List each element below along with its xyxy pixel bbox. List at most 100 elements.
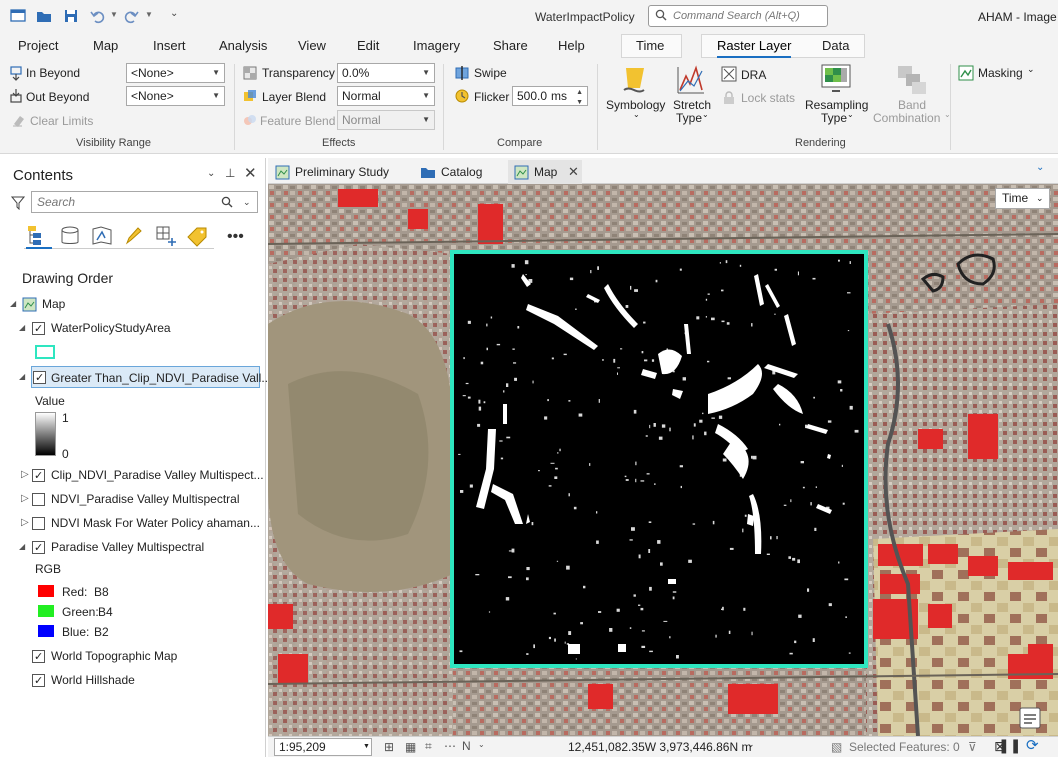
layer-visibility-checkbox[interactable] <box>32 646 45 668</box>
close-icon[interactable]: ✕ <box>568 160 579 184</box>
expand-icon[interactable]: ▷ <box>21 512 29 534</box>
toc-layer-world-topographic-map[interactable]: World Topographic Map <box>0 645 266 668</box>
spinner-down-icon[interactable]: ▼ <box>576 94 583 112</box>
signed-in-user[interactable]: AHAM - Image <box>978 10 1057 24</box>
in-beyond-select[interactable]: <None> ▼ <box>126 63 225 83</box>
flicker-icon[interactable] <box>454 88 470 104</box>
lock-stats-toggle[interactable]: Lock stats <box>741 91 795 105</box>
data-source-icon[interactable] <box>59 225 81 247</box>
collapse-icon[interactable]: ◢ <box>10 293 16 315</box>
toc-layer-world-hillshade[interactable]: World Hillshade <box>0 669 266 692</box>
chevron-down-icon[interactable]: ⌄ <box>1036 162 1044 173</box>
tab-data[interactable]: Data <box>822 38 849 53</box>
expand-icon[interactable]: ▷ <box>21 488 29 510</box>
tab-preliminary-study[interactable]: Preliminary Study <box>273 160 403 184</box>
layer-blend-select[interactable]: Normal ▼ <box>337 86 435 106</box>
tab-help[interactable]: Help <box>558 38 585 53</box>
tab-insert[interactable]: Insert <box>153 38 186 53</box>
masking-button[interactable]: Masking <box>978 66 1023 80</box>
symbology-button[interactable]: Symbology ⌄ <box>604 62 668 132</box>
close-icon[interactable]: ✕ <box>244 164 257 182</box>
more-options-icon[interactable]: ••• <box>227 228 244 246</box>
tab-edit[interactable]: Edit <box>357 38 379 53</box>
undo-dropdown-icon[interactable]: ▼ <box>110 10 118 19</box>
save-icon[interactable] <box>62 7 80 25</box>
resampling-type-button[interactable]: Resampling Type ⌄ <box>803 62 871 132</box>
tab-catalog[interactable]: Catalog <box>418 160 498 184</box>
dra-toggle[interactable]: DRA <box>741 68 766 82</box>
snap-icon[interactable]: ⌗ <box>425 739 432 754</box>
feature-blend-select[interactable]: Normal ▼ <box>337 110 435 130</box>
chevron-down-icon[interactable]: ⌄ <box>478 740 485 749</box>
toc-layer-ndvi-mask[interactable]: ▷ NDVI Mask For Water Policy ahaman... <box>0 512 266 534</box>
tab-imagery[interactable]: Imagery <box>413 38 460 53</box>
select-features-icon[interactable]: ▧ <box>831 740 842 754</box>
out-beyond-select[interactable]: <None> ▼ <box>126 86 225 106</box>
tab-raster-layer[interactable]: Raster Layer <box>717 38 792 58</box>
tab-analysis[interactable]: Analysis <box>219 38 267 53</box>
layer-visibility-checkbox[interactable] <box>32 318 45 340</box>
grid-icon[interactable]: ⊞ <box>384 740 394 754</box>
swipe-button[interactable]: Swipe <box>474 66 507 80</box>
swipe-icon[interactable] <box>454 65 470 81</box>
map-view[interactable]: Time ⌄ <box>268 184 1058 736</box>
collapse-icon[interactable]: ◢ <box>19 536 25 558</box>
table-icon[interactable]: ▦ <box>405 740 416 754</box>
time-slider-button[interactable]: Time ⌄ <box>995 188 1050 209</box>
collapse-icon[interactable]: ◢ <box>19 372 25 381</box>
labeling-icon[interactable] <box>187 225 209 247</box>
editing-pencil-icon[interactable] <box>123 225 145 247</box>
tab-project[interactable]: Project <box>18 38 58 53</box>
layer-visibility-checkbox[interactable] <box>32 537 45 559</box>
contents-search-input[interactable]: Search ⌄ <box>31 191 258 213</box>
notes-icon[interactable] <box>1019 707 1041 729</box>
pause-drawing-icon[interactable]: ❚❚ <box>998 737 1021 754</box>
toc-layer-greater-than-clip-ndvi[interactable]: Greater Than_Clip_NDVI_Paradise Vall... <box>31 366 271 389</box>
tab-map-view[interactable]: Map ✕ <box>508 160 582 184</box>
new-project-icon[interactable] <box>9 7 27 25</box>
tab-share[interactable]: Share <box>493 38 528 53</box>
customize-toolbar-icon[interactable]: ⌄ <box>170 8 178 19</box>
toc-layer-water-policy-study-area[interactable]: ◢ WaterPolicyStudyArea <box>0 317 266 340</box>
layer-visibility-checkbox[interactable] <box>33 367 46 389</box>
redo-dropdown-icon[interactable]: ▼ <box>145 10 153 19</box>
layer-visibility-checkbox[interactable] <box>32 517 45 530</box>
command-search-input[interactable]: Command Search (Alt+Q) <box>648 5 828 27</box>
filter-icon[interactable] <box>11 196 25 210</box>
tab-time[interactable]: Time <box>636 38 664 53</box>
toc-map-node[interactable]: ◢ Map <box>0 293 266 315</box>
drawing-order-icon[interactable] <box>27 224 49 246</box>
expand-icon[interactable]: ▷ <box>21 464 29 486</box>
study-area-symbol[interactable] <box>35 345 55 359</box>
filter-selection-icon[interactable]: ⊽ <box>968 740 977 754</box>
constraint-icon[interactable]: ⋯ <box>444 739 456 753</box>
snapping-icon[interactable] <box>155 225 177 247</box>
layer-visibility-checkbox[interactable] <box>32 493 45 506</box>
dra-icon[interactable] <box>721 66 737 82</box>
pane-options-icon[interactable]: ⌄ <box>207 168 215 179</box>
chevron-down-icon[interactable]: ⌄ <box>1027 64 1035 75</box>
toc-layer-paradise-valley-multispectral[interactable]: ◢ Paradise Valley Multispectral <box>0 536 266 559</box>
selection-view-icon[interactable] <box>91 225 113 247</box>
map-scale-select[interactable]: 1:95,209 ▼ <box>274 738 372 756</box>
collapse-icon[interactable]: ◢ <box>19 317 25 339</box>
chevron-down-icon[interactable]: ⌄ <box>243 192 251 212</box>
refresh-icon[interactable]: ⟳ <box>1026 736 1039 754</box>
flicker-rate-input[interactable]: 500.0 ms ▲ ▼ <box>512 86 588 106</box>
toc-layer-ndvi[interactable]: ▷ NDVI_Paradise Valley Multispectral <box>0 488 266 510</box>
map-canvas[interactable] <box>268 184 1058 736</box>
band-combination-button[interactable]: Band Combination ⌄ <box>872 62 954 132</box>
toc-layer-clip-ndvi[interactable]: ▷ Clip_NDVI_Paradise Valley Multispect..… <box>0 464 266 487</box>
pin-icon[interactable]: ⊥ <box>225 166 235 180</box>
stretch-type-button[interactable]: Stretch Type ⌄ <box>670 62 716 132</box>
layer-visibility-checkbox[interactable] <box>32 670 45 692</box>
undo-icon[interactable] <box>89 7 107 25</box>
layer-visibility-checkbox[interactable] <box>32 465 45 487</box>
clear-limits-button[interactable]: Clear Limits <box>30 114 93 128</box>
redo-icon[interactable] <box>122 7 140 25</box>
north-arrow-icon[interactable]: N <box>462 739 471 753</box>
tab-map[interactable]: Map <box>93 38 118 53</box>
transparency-input[interactable]: 0.0% ▼ <box>337 63 435 83</box>
chevron-down-icon[interactable]: ⌄ <box>747 739 755 750</box>
tab-view[interactable]: View <box>298 38 326 53</box>
